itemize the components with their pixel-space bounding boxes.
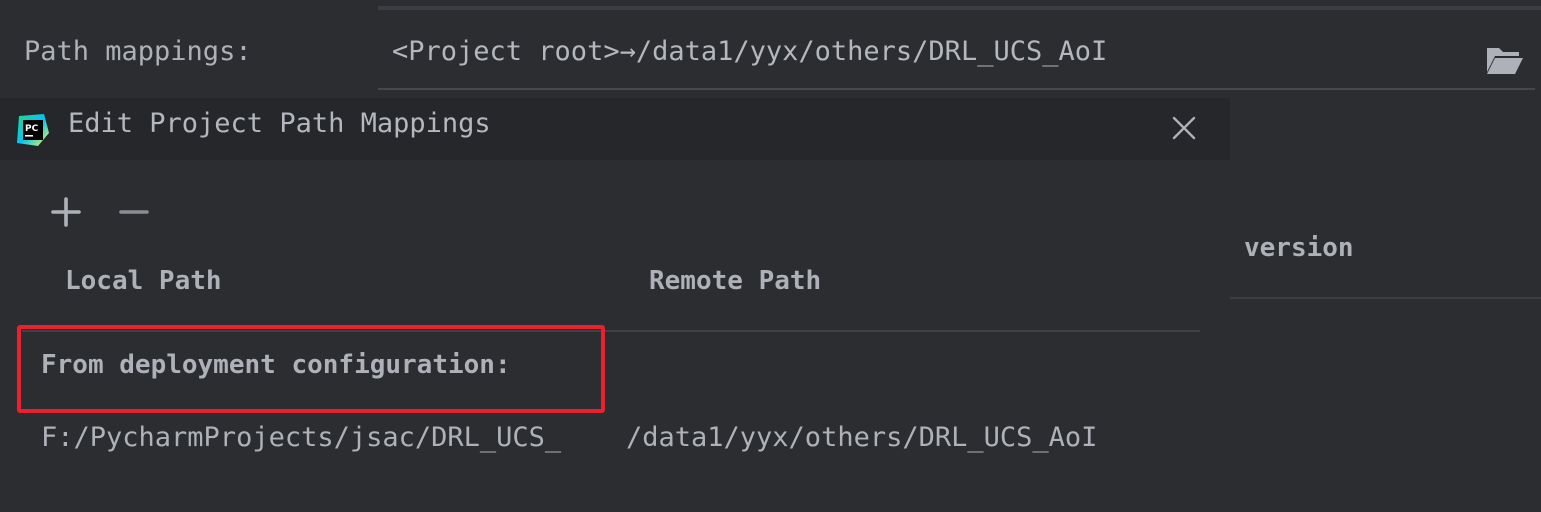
edit-path-mappings-dialog: PC Edit Project Path Mappings + − Local … (0, 98, 1230, 512)
remote-path-column-header[interactable]: Remote Path (649, 266, 821, 296)
path-mappings-label: Path mappings: (24, 36, 252, 67)
dialog-title: Edit Project Path Mappings (68, 108, 491, 139)
add-mapping-button[interactable]: + (49, 195, 83, 229)
table-row[interactable]: F:/PycharmProjects/jsac/DRL_UCS_ /data1/… (0, 414, 1200, 464)
pycharm-logo-text: PC (25, 124, 39, 134)
folder-open-icon[interactable] (1485, 42, 1525, 76)
pycharm-logo-icon: PC (17, 114, 49, 146)
local-path-column-header[interactable]: Local Path (65, 266, 222, 296)
remove-mapping-button[interactable]: − (117, 195, 151, 229)
close-icon[interactable] (1168, 112, 1200, 144)
mapping-local-path: F:/PycharmProjects/jsac/DRL_UCS_ (41, 422, 562, 453)
path-mappings-field[interactable]: <Project root>→/data1/yyx/others/DRL_UCS… (378, 12, 1535, 90)
panel-top-border (378, 6, 1541, 10)
dialog-title-bar[interactable]: PC Edit Project Path Mappings (0, 98, 1230, 160)
background-table-divider (1230, 297, 1541, 299)
deployment-group-label: From deployment configuration: (41, 350, 511, 380)
path-mappings-value: <Project root>→/data1/yyx/others/DRL_UCS… (392, 36, 1108, 67)
version-column-header: version (1244, 233, 1354, 263)
mapping-remote-path: /data1/yyx/others/DRL_UCS_AoI (626, 422, 1098, 453)
